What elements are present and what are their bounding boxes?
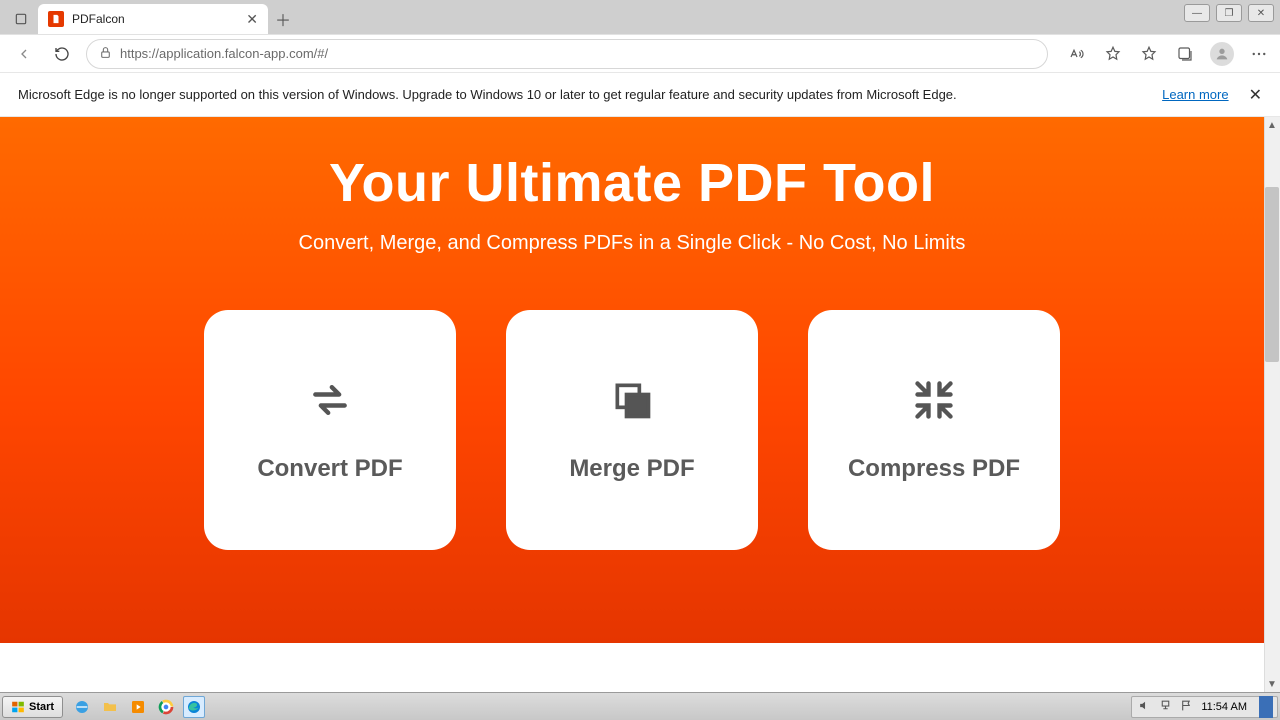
- taskbar-chrome-icon[interactable]: [155, 696, 177, 718]
- tray-clock[interactable]: 11:54 AM: [1201, 701, 1247, 713]
- browser-tab-active[interactable]: PDFalcon ✕: [38, 4, 268, 34]
- scroll-up-arrow[interactable]: ▲: [1264, 117, 1280, 133]
- page-content: Your Ultimate PDF Tool Convert, Merge, a…: [0, 117, 1264, 692]
- new-tab-button[interactable]: ＋: [268, 4, 298, 34]
- hero-subtitle: Convert, Merge, and Compress PDFs in a S…: [299, 232, 966, 255]
- tab-close-button[interactable]: ✕: [246, 11, 258, 28]
- address-bar[interactable]: https://application.falcon-app.com/#/: [86, 39, 1048, 69]
- toolbar-right: [1066, 42, 1270, 66]
- windows-taskbar: Start 11:54 AM: [0, 692, 1280, 720]
- unsupported-os-banner: Microsoft Edge is no longer supported on…: [0, 72, 1280, 117]
- banner-text: Microsoft Edge is no longer supported on…: [18, 87, 957, 102]
- taskbar-pinned: [71, 696, 205, 718]
- hero-section: Your Ultimate PDF Tool Convert, Merge, a…: [0, 117, 1264, 643]
- window-maximize-button[interactable]: ❐: [1216, 4, 1242, 22]
- tray-volume-icon[interactable]: [1138, 699, 1151, 715]
- taskbar-media-icon[interactable]: [127, 696, 149, 718]
- vertical-scrollbar[interactable]: ▲ ▼: [1264, 117, 1280, 692]
- lock-icon: [99, 46, 112, 62]
- window-close-button[interactable]: ✕: [1248, 4, 1274, 22]
- card-label: Merge PDF: [569, 455, 694, 483]
- menu-more-icon[interactable]: [1248, 43, 1270, 65]
- address-bar-row: https://application.falcon-app.com/#/: [0, 34, 1280, 72]
- windows-logo-icon: [11, 700, 25, 714]
- card-label: Convert PDF: [257, 455, 402, 483]
- taskbar-explorer-icon[interactable]: [99, 696, 121, 718]
- tool-cards: Convert PDF Merge PDF Compress PDF: [204, 310, 1060, 550]
- taskbar-edge-icon[interactable]: [183, 696, 205, 718]
- tray-flag-icon[interactable]: [1180, 699, 1193, 715]
- tray-network-icon[interactable]: [1159, 699, 1172, 715]
- convert-pdf-card[interactable]: Convert PDF: [204, 310, 456, 550]
- banner-learn-more-link[interactable]: Learn more: [1162, 87, 1228, 102]
- hero-title: Your Ultimate PDF Tool: [329, 152, 935, 214]
- window-minimize-button[interactable]: —: [1184, 4, 1210, 22]
- tab-strip: PDFalcon ✕ ＋ — ❐ ✕: [0, 0, 1280, 34]
- star-add-icon[interactable]: [1102, 43, 1124, 65]
- tray-show-desktop[interactable]: [1259, 696, 1273, 718]
- below-hero-strip: [0, 643, 1264, 692]
- start-button[interactable]: Start: [2, 696, 63, 718]
- tab-title: PDFalcon: [72, 12, 125, 26]
- taskbar-ie-icon[interactable]: [71, 696, 93, 718]
- nav-back-button[interactable]: [10, 40, 38, 68]
- browser-chrome: PDFalcon ✕ ＋ — ❐ ✕ https://application.f…: [0, 0, 1280, 117]
- compress-icon: [912, 378, 956, 427]
- compress-pdf-card[interactable]: Compress PDF: [808, 310, 1060, 550]
- banner-close-button[interactable]: ✕: [1249, 85, 1262, 105]
- swap-arrows-icon: [308, 378, 352, 427]
- address-url: https://application.falcon-app.com/#/: [120, 46, 328, 61]
- page-viewport: Your Ultimate PDF Tool Convert, Merge, a…: [0, 117, 1280, 692]
- nav-refresh-button[interactable]: [48, 40, 76, 68]
- card-label: Compress PDF: [848, 455, 1020, 483]
- window-controls: — ❐ ✕: [1184, 4, 1274, 22]
- favorites-icon[interactable]: [1138, 43, 1160, 65]
- system-tray[interactable]: 11:54 AM: [1131, 696, 1278, 718]
- merge-icon: [610, 378, 654, 427]
- merge-pdf-card[interactable]: Merge PDF: [506, 310, 758, 550]
- start-label: Start: [29, 701, 54, 713]
- read-aloud-icon[interactable]: [1066, 43, 1088, 65]
- collections-icon[interactable]: [1174, 43, 1196, 65]
- profile-avatar[interactable]: [1210, 42, 1234, 66]
- tab-favicon: [48, 11, 64, 27]
- scroll-down-arrow[interactable]: ▼: [1264, 676, 1280, 692]
- tab-actions-button[interactable]: [4, 4, 38, 34]
- scroll-thumb[interactable]: [1265, 187, 1279, 362]
